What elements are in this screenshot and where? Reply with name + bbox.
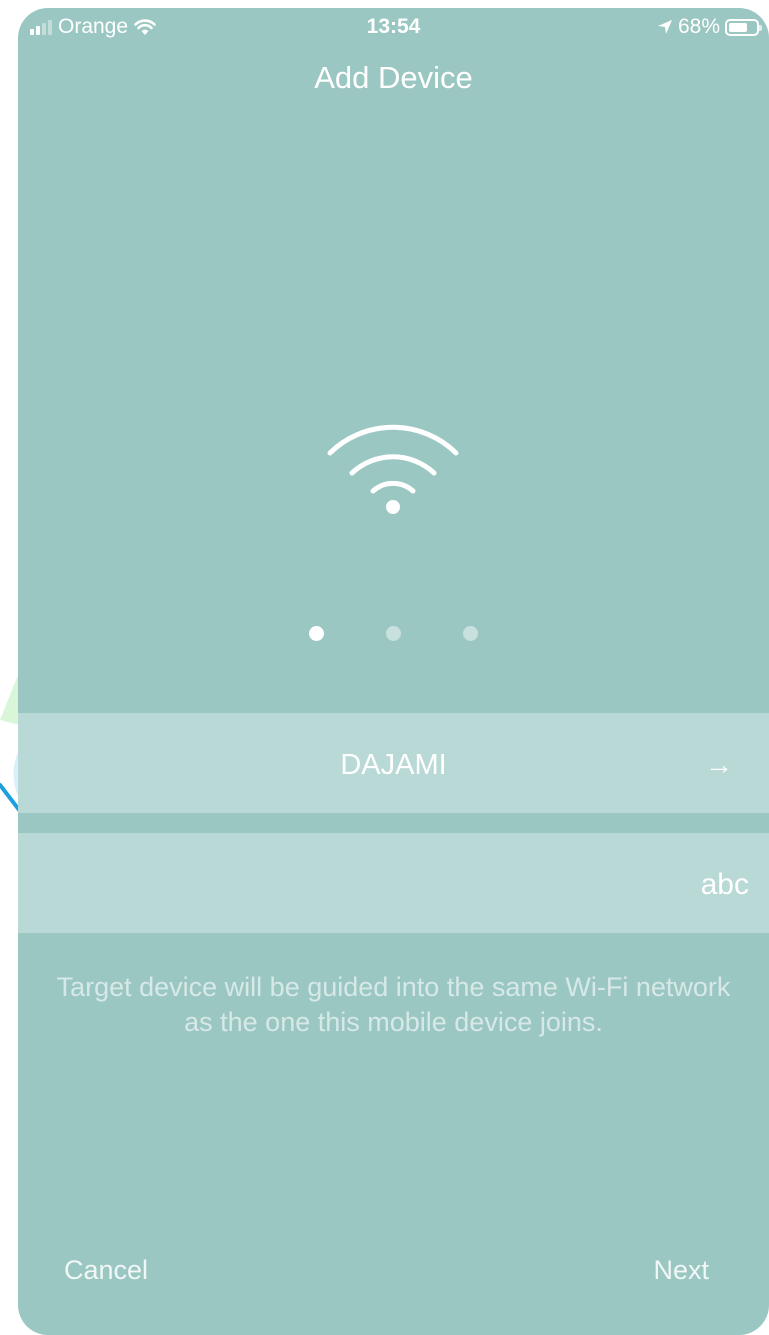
- status-bar-right: 68%: [657, 15, 762, 39]
- location-arrow-icon: [657, 20, 672, 34]
- arrow-right-icon[interactable]: →: [705, 749, 733, 781]
- password-input[interactable]: [18, 863, 749, 907]
- description-text: Target device will be guided into the sa…: [56, 972, 731, 1037]
- page-dot: [309, 626, 324, 641]
- battery-percent: 68%: [677, 15, 720, 38]
- wifi-ssid: DAJAMI: [340, 749, 447, 781]
- page-indicator: [18, 626, 769, 641]
- page-title: Add Device: [314, 60, 473, 95]
- password-row: [18, 833, 769, 933]
- battery-fill: [729, 22, 747, 32]
- page-dot: [463, 626, 478, 641]
- next-button[interactable]: Next: [653, 1255, 709, 1286]
- wifi-network-row[interactable]: DAJAMI →: [18, 713, 769, 813]
- battery-icon: [725, 18, 762, 36]
- cancel-button[interactable]: Cancel: [64, 1255, 148, 1286]
- phone-screen: Orange 13:54 68% Add Device DAJAMI → abc…: [18, 8, 769, 1335]
- status-bar: Orange 13:54 68%: [18, 8, 769, 48]
- wifi-icon: [327, 424, 459, 514]
- page-dot: [386, 626, 401, 641]
